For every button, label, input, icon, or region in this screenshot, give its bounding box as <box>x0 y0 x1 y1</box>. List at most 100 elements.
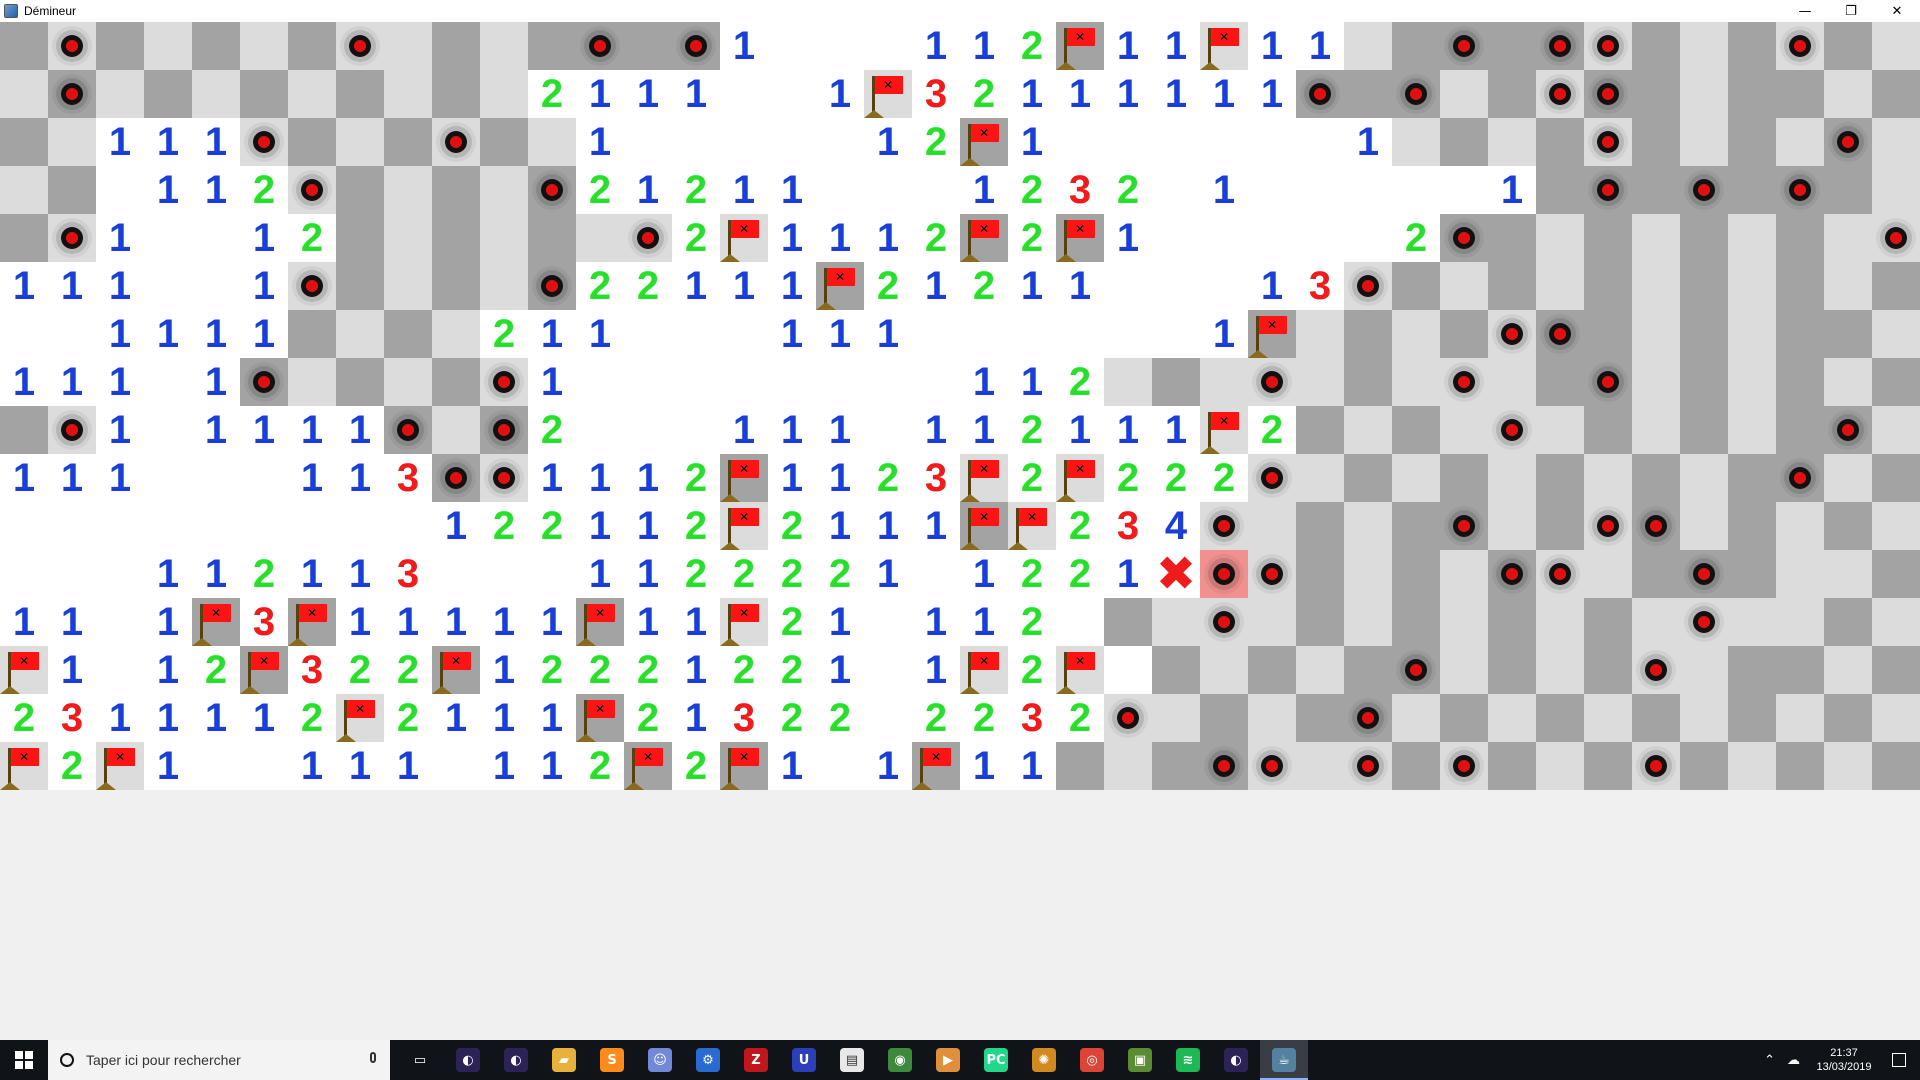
hidden-tile[interactable] <box>1728 118 1776 166</box>
number-tile[interactable]: 1 <box>816 310 864 358</box>
number-tile[interactable]: 2 <box>528 406 576 454</box>
number-tile[interactable]: 3 <box>912 454 960 502</box>
hidden-tile[interactable] <box>1440 310 1488 358</box>
hidden-tile[interactable] <box>1632 550 1680 598</box>
mine-tile[interactable] <box>1440 22 1488 70</box>
number-tile[interactable]: 1 <box>1104 406 1152 454</box>
number-tile[interactable]: 2 <box>192 646 240 694</box>
taskbar-sublime-text-button[interactable]: S <box>588 1040 636 1080</box>
minimize-button[interactable]: — <box>1782 0 1828 22</box>
number-tile[interactable]: 2 <box>912 694 960 742</box>
revealed-empty-tile[interactable] <box>720 310 768 358</box>
hidden-tile[interactable] <box>1680 118 1728 166</box>
revealed-empty-tile[interactable] <box>192 262 240 310</box>
revealed-empty-tile[interactable] <box>816 166 864 214</box>
hidden-tile[interactable] <box>1680 22 1728 70</box>
hidden-tile[interactable] <box>0 70 48 118</box>
number-tile[interactable]: 2 <box>1152 454 1200 502</box>
number-tile[interactable]: 1 <box>528 694 576 742</box>
number-tile[interactable]: 1 <box>192 166 240 214</box>
mine-tile[interactable] <box>1440 358 1488 406</box>
taskbar-java-button[interactable]: ☕ <box>1260 1040 1308 1080</box>
hidden-tile[interactable] <box>1872 454 1920 502</box>
hidden-tile[interactable] <box>288 358 336 406</box>
hidden-tile[interactable] <box>432 166 480 214</box>
mine-tile[interactable] <box>1200 742 1248 790</box>
hidden-tile[interactable] <box>1728 262 1776 310</box>
microphone-icon[interactable] <box>370 1052 376 1063</box>
hidden-tile[interactable] <box>1200 694 1248 742</box>
number-tile[interactable]: 1 <box>576 454 624 502</box>
hidden-tile[interactable] <box>1344 598 1392 646</box>
number-tile[interactable]: 2 <box>1104 166 1152 214</box>
hidden-tile[interactable] <box>1488 646 1536 694</box>
number-tile[interactable]: 2 <box>384 646 432 694</box>
number-tile[interactable]: 2 <box>672 502 720 550</box>
mine-tile[interactable] <box>1392 70 1440 118</box>
number-tile[interactable]: 1 <box>96 694 144 742</box>
number-tile[interactable]: 2 <box>480 502 528 550</box>
number-tile[interactable]: 1 <box>240 694 288 742</box>
number-tile[interactable]: 1 <box>192 694 240 742</box>
revealed-empty-tile[interactable] <box>720 118 768 166</box>
hidden-tile[interactable] <box>1776 598 1824 646</box>
number-tile[interactable]: 2 <box>576 742 624 790</box>
hidden-tile[interactable] <box>288 70 336 118</box>
hidden-tile[interactable] <box>1536 406 1584 454</box>
hidden-tile[interactable] <box>1488 262 1536 310</box>
number-tile[interactable]: 1 <box>1056 406 1104 454</box>
hidden-tile[interactable] <box>1344 310 1392 358</box>
revealed-empty-tile[interactable] <box>672 406 720 454</box>
hidden-tile[interactable] <box>1632 70 1680 118</box>
flagged-tile[interactable] <box>192 598 240 646</box>
flagged-tile[interactable] <box>960 118 1008 166</box>
notification-icon[interactable] <box>1892 1053 1906 1067</box>
flagged-tile[interactable] <box>432 646 480 694</box>
number-tile[interactable]: 1 <box>816 214 864 262</box>
hidden-tile[interactable] <box>1728 550 1776 598</box>
number-tile[interactable]: 1 <box>96 310 144 358</box>
hidden-tile[interactable] <box>432 406 480 454</box>
number-tile[interactable]: 1 <box>480 598 528 646</box>
mine-tile[interactable] <box>48 406 96 454</box>
number-tile[interactable]: 1 <box>672 262 720 310</box>
revealed-empty-tile[interactable] <box>144 358 192 406</box>
revealed-empty-tile[interactable] <box>1248 166 1296 214</box>
revealed-empty-tile[interactable] <box>240 454 288 502</box>
mine-tile[interactable] <box>1488 550 1536 598</box>
hidden-tile[interactable] <box>384 166 432 214</box>
hidden-tile[interactable] <box>1776 310 1824 358</box>
number-tile[interactable]: 1 <box>336 598 384 646</box>
number-tile[interactable]: 1 <box>144 694 192 742</box>
hidden-tile[interactable] <box>1632 454 1680 502</box>
number-tile[interactable]: 1 <box>1008 70 1056 118</box>
number-tile[interactable]: 1 <box>768 262 816 310</box>
taskbar-minecraft-button[interactable]: ▣ <box>1116 1040 1164 1080</box>
hidden-tile[interactable] <box>1392 358 1440 406</box>
hidden-tile[interactable] <box>336 166 384 214</box>
mine-tile[interactable] <box>48 214 96 262</box>
number-tile[interactable]: 1 <box>96 406 144 454</box>
mine-tile[interactable] <box>336 22 384 70</box>
hidden-tile[interactable] <box>1728 214 1776 262</box>
hidden-tile[interactable] <box>1776 214 1824 262</box>
hidden-tile[interactable] <box>1392 262 1440 310</box>
number-tile[interactable]: 1 <box>432 502 480 550</box>
flagged-tile[interactable] <box>816 262 864 310</box>
number-tile[interactable]: 2 <box>0 694 48 742</box>
revealed-empty-tile[interactable] <box>144 406 192 454</box>
number-tile[interactable]: 2 <box>1008 646 1056 694</box>
number-tile[interactable]: 1 <box>576 118 624 166</box>
number-tile[interactable]: 2 <box>672 454 720 502</box>
number-tile[interactable]: 1 <box>1104 214 1152 262</box>
hidden-tile[interactable] <box>384 214 432 262</box>
number-tile[interactable]: 2 <box>1008 550 1056 598</box>
mine-tile[interactable] <box>1584 118 1632 166</box>
revealed-empty-tile[interactable] <box>864 598 912 646</box>
hidden-tile[interactable] <box>1392 694 1440 742</box>
revealed-empty-tile[interactable] <box>1440 166 1488 214</box>
revealed-empty-tile[interactable] <box>768 22 816 70</box>
revealed-empty-tile[interactable] <box>1152 310 1200 358</box>
number-tile[interactable]: 1 <box>1104 22 1152 70</box>
number-tile[interactable]: 1 <box>720 166 768 214</box>
